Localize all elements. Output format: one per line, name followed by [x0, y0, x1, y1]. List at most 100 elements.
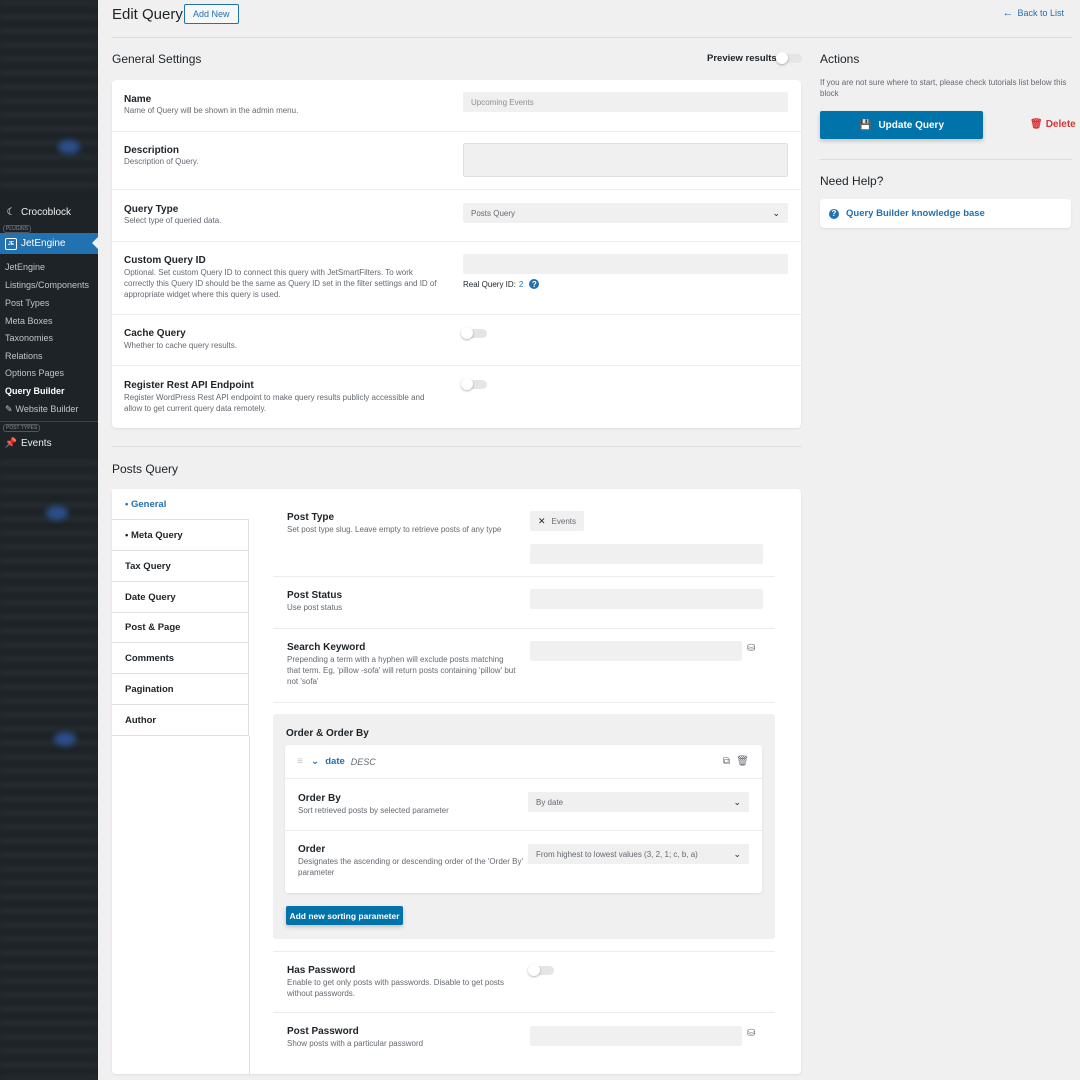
help-icon[interactable]: ? [529, 279, 540, 289]
order-description: Designates the ascending or descending o… [298, 857, 523, 877]
save-icon: 💾 [858, 119, 872, 131]
name-description: Name of Query will be shown in the admin… [124, 106, 299, 115]
close-icon[interactable]: ✕ [538, 516, 546, 527]
has-password-label: Has Password [287, 965, 356, 976]
trash-icon[interactable]: 🗑 [736, 756, 749, 767]
chevron-down-icon: ⌄ [733, 848, 741, 859]
order-by-label: Order By [298, 793, 341, 804]
section-label-post-types: POST TYPES [3, 424, 41, 432]
cache-row: Cache Query Whether to cache query resul… [112, 315, 801, 366]
description-textarea[interactable] [463, 143, 788, 177]
tab-general[interactable]: • General [112, 489, 249, 520]
post-status-row: Post Status Use post status [273, 577, 775, 629]
page-title: Edit Query [112, 6, 183, 23]
order-by-select[interactable]: By date ⌄ [528, 792, 749, 812]
blurred-menu-bottom [0, 460, 98, 1080]
has-password-row: Has Password Enable to get only posts wi… [273, 951, 775, 1013]
has-password-description: Enable to get only posts with passwords.… [287, 978, 505, 998]
rest-row: Register Rest API Endpoint Register Word… [112, 366, 801, 428]
description-row: Description Description of Query. [112, 132, 801, 190]
post-type-chip[interactable]: ✕ Events [530, 511, 585, 531]
has-password-toggle[interactable] [528, 964, 554, 976]
sidebar-item-crocoblock[interactable]: ☾ Crocoblock [0, 202, 98, 222]
sidebar-item-listings[interactable]: Listings/Components [0, 275, 98, 295]
post-password-label: Post Password [287, 1026, 359, 1037]
post-type-label: Post Type [287, 512, 335, 523]
custom-id-label: Custom Query ID [124, 255, 206, 266]
rest-toggle[interactable] [461, 378, 487, 390]
order-title: Order & Order By [286, 728, 369, 739]
chevron-down-icon[interactable]: ⌄ [311, 756, 319, 767]
query-type-description: Select type of queried data. [124, 216, 222, 225]
delete-button[interactable]: 🗑 Delete [1030, 119, 1076, 130]
tab-pagination[interactable]: Pagination [112, 674, 249, 705]
copy-icon[interactable]: ⧉ [723, 756, 730, 767]
name-input[interactable]: Upcoming Events [463, 92, 788, 112]
order-item-name: date [325, 756, 345, 767]
help-icon: ? [829, 208, 839, 219]
general-settings-card: Name Name of Query will be shown in the … [112, 80, 801, 428]
tab-author[interactable]: Author [112, 705, 249, 736]
actions-title: Actions [820, 52, 860, 66]
section-divider [112, 446, 801, 447]
sidebar-item-post-types[interactable]: Post Types [0, 293, 98, 313]
order-select[interactable]: From highest to lowest values (3, 2, 1; … [528, 844, 749, 864]
sidebar-item-jetengine[interactable]: JetEngine [0, 257, 98, 277]
knowledge-base-card: ? Query Builder knowledge base [820, 199, 1071, 228]
section-label-plugins: PLUGINS [3, 225, 31, 233]
post-type-input[interactable] [530, 544, 763, 564]
tab-post-page[interactable]: Post & Page [112, 612, 249, 643]
order-item-direction: DESC [350, 756, 376, 767]
sidebar-item-options-pages[interactable]: Options Pages [0, 363, 98, 383]
database-icon[interactable]: ⛁ [747, 1028, 757, 1039]
cache-label: Cache Query [124, 328, 186, 339]
custom-id-input[interactable] [463, 254, 788, 274]
order-by-row: Order By Sort retrieved posts by selecte… [285, 779, 762, 831]
post-password-input[interactable] [530, 1026, 742, 1046]
tab-meta-query[interactable]: • Meta Query [112, 520, 249, 551]
wand-icon: ✎ [5, 403, 13, 414]
post-password-row: Post Password Show posts with a particul… [273, 1013, 775, 1073]
blurred-badge [46, 506, 68, 520]
trash-icon: 🗑 [1030, 119, 1043, 130]
search-keyword-input[interactable] [530, 641, 742, 661]
cache-toggle[interactable] [461, 327, 487, 339]
arrow-left-icon: ← [1002, 7, 1014, 19]
query-type-row: Query Type Select type of queried data. … [112, 190, 801, 242]
sidebar-item-website-builder[interactable]: ✎ Website Builder [0, 399, 98, 419]
query-type-select[interactable]: Posts Query ⌄ [463, 203, 788, 223]
add-new-button[interactable]: Add New [184, 4, 239, 24]
sidebar-item-jetengine-menu[interactable]: JE JetEngine [0, 233, 98, 254]
add-sorting-parameter-button[interactable]: Add new sorting parameter [286, 906, 403, 925]
custom-id-description: Optional. Set custom Query ID to connect… [124, 268, 437, 299]
query-type-label: Query Type [124, 204, 179, 215]
posts-query-title: Posts Query [112, 462, 179, 476]
update-query-button[interactable]: 💾 Update Query [820, 111, 983, 139]
posts-query-card: • General • Meta Query Tax Query Date Qu… [112, 489, 801, 1074]
tab-comments[interactable]: Comments [112, 643, 249, 674]
database-icon[interactable]: ⛁ [747, 643, 757, 654]
drag-handle-icon[interactable]: ≡ [297, 756, 303, 767]
order-item: ≡ ⌄ date DESC ⧉ 🗑 Order By Sort retrieve… [285, 745, 762, 893]
sidebar-item-taxonomies[interactable]: Taxonomies [0, 328, 98, 348]
description-label: Description [124, 145, 180, 156]
search-keyword-label: Search Keyword [287, 642, 366, 653]
tab-tax-query[interactable]: Tax Query [112, 551, 249, 582]
order-item-header: ≡ ⌄ date DESC ⧉ 🗑 [285, 745, 762, 779]
post-status-label: Post Status [287, 590, 343, 601]
sidebar-item-query-builder[interactable]: Query Builder [0, 381, 98, 401]
knowledge-base-link[interactable]: Query Builder knowledge base [846, 208, 985, 219]
sidebar-item-events[interactable]: 📌 Events [0, 433, 98, 453]
order-panel: Order & Order By ≡ ⌄ date DESC ⧉ 🗑 Order… [273, 714, 775, 939]
real-query-id: Real Query ID: 2 ? [463, 279, 540, 289]
post-status-input[interactable] [530, 589, 763, 609]
rest-description: Register WordPress Rest API endpoint to … [124, 393, 425, 413]
pin-icon: 📌 [4, 437, 18, 449]
preview-results-toggle[interactable] [776, 52, 802, 64]
main-content: Edit Query Add New ← Back to List General… [98, 0, 1080, 1080]
post-type-row: Post Type Set post type slug. Leave empt… [273, 499, 775, 577]
back-to-list-link[interactable]: ← Back to List [1002, 7, 1064, 19]
search-keyword-row: Search Keyword Prepending a term with a … [273, 629, 775, 703]
header-divider [112, 37, 1072, 38]
tab-date-query[interactable]: Date Query [112, 582, 249, 613]
